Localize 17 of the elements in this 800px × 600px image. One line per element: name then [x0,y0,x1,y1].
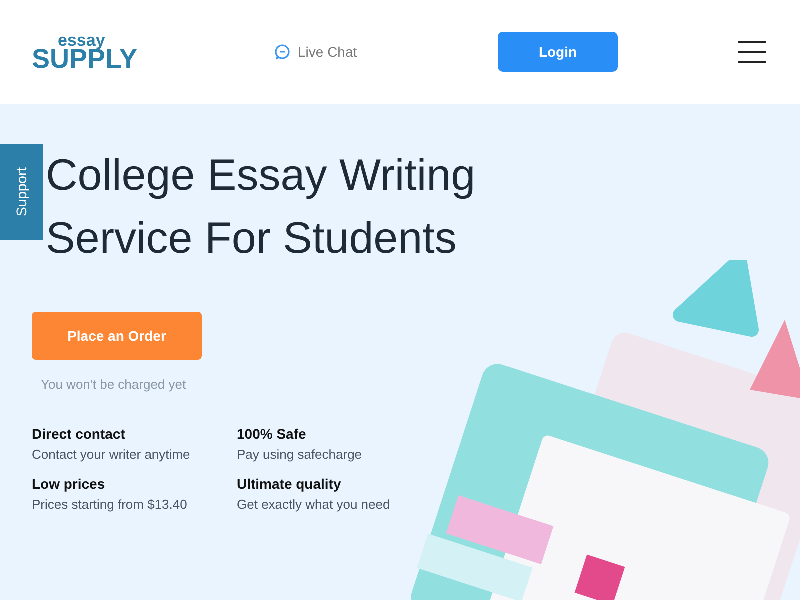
feature-text: Prices starting from $13.40 [32,497,188,512]
feature-title: Ultimate quality [237,476,342,492]
login-button[interactable]: Login [498,32,618,72]
menu-icon[interactable] [738,41,766,63]
order-note: You won't be charged yet [41,377,188,392]
hero-heading: College Essay Writing Service For Students [46,150,477,265]
feature-title: Direct contact [32,426,126,442]
support-tab[interactable]: Support [0,144,43,240]
place-order-button[interactable]: Place an Order [32,312,202,360]
feature-text: Contact your writer anytime [32,447,192,462]
live-chat-link[interactable]: Live Chat [274,44,358,60]
chat-bubble-icon [274,44,291,60]
logo[interactable]: essay SUPPLY [32,32,212,72]
feature-text: Pay using safecharge [237,447,364,462]
feature-title: 100% Safe [237,426,308,442]
feature-title: Low prices [32,476,106,492]
feature-text: Get exactly what you need [237,497,392,512]
